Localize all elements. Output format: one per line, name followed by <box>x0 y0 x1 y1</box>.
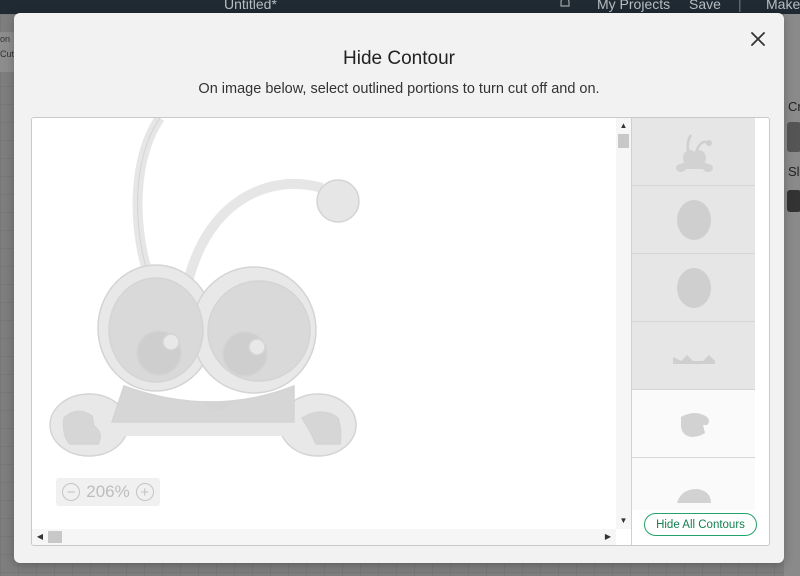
zoom-in-button[interactable]: + <box>135 483 154 501</box>
hide-all-contours-button[interactable]: Hide All Contours <box>644 513 757 536</box>
contour-tile-whole-character[interactable] <box>632 118 755 186</box>
document-title: Untitled* <box>224 0 277 12</box>
scroll-up-icon[interactable]: ▲ <box>616 120 631 132</box>
hand-contour-icon <box>680 412 709 437</box>
eye-contour-icon <box>676 199 711 240</box>
close-button[interactable] <box>748 29 768 49</box>
left-toolbar: on Cut <box>0 32 14 72</box>
scrollbar-thumb[interactable] <box>618 134 629 148</box>
close-icon <box>751 32 765 46</box>
contour-tile-left-eye[interactable] <box>632 186 755 254</box>
layer-thumbnail[interactable] <box>787 122 800 152</box>
hide-contour-dialog: Hide Contour On image below, select outl… <box>14 13 784 563</box>
my-projects-link[interactable]: My Projects <box>597 0 670 12</box>
scroll-down-icon[interactable]: ▼ <box>616 515 631 527</box>
hand-contour-icon <box>676 488 711 503</box>
contour-tile-right-hand[interactable] <box>632 390 755 458</box>
contour-tile-mouth[interactable] <box>632 322 755 390</box>
zoom-control: − 206% + <box>56 478 160 506</box>
left-toolbar-item[interactable]: Cut <box>0 47 14 62</box>
save-link[interactable]: Save <box>689 0 721 12</box>
layers-panel: Cr Sli <box>784 14 800 576</box>
dialog-instructions: On image below, select outlined portions… <box>198 81 600 97</box>
contour-tile-left-hand[interactable] <box>632 458 755 510</box>
canvas-horizontal-scrollbar[interactable]: ◀ ▶ <box>32 529 616 545</box>
nav-divider: | <box>738 0 742 12</box>
scroll-left-icon[interactable]: ◀ <box>34 529 46 545</box>
contour-list-panel: ▲ ▼ <box>632 118 769 510</box>
character-contour-image[interactable] <box>32 118 616 529</box>
dialog-title: Hide Contour <box>343 48 455 69</box>
eye-contour-icon <box>676 267 711 308</box>
bell-icon[interactable] <box>558 0 572 13</box>
zoom-level: 206% <box>86 482 130 501</box>
scrollbar-thumb[interactable] <box>48 531 62 543</box>
contour-tile-right-eye[interactable] <box>632 254 755 322</box>
contour-workspace: − 206% + ▲ ▼ ◀ ▶ Hide All Contours <box>31 117 770 546</box>
contour-preview-canvas[interactable]: − 206% + <box>32 118 616 529</box>
make-button[interactable]: Make <box>766 0 800 12</box>
layer-thumbnail[interactable] <box>787 190 800 212</box>
scroll-right-icon[interactable]: ▶ <box>602 529 614 545</box>
layers-panel-label: Sli <box>788 164 800 179</box>
character-contour-icon <box>675 133 713 172</box>
canvas-vertical-scrollbar[interactable]: ▲ ▼ <box>616 118 631 529</box>
zoom-out-button[interactable]: − <box>62 483 81 501</box>
plus-icon: + <box>140 483 150 501</box>
left-toolbar-item[interactable]: on <box>0 32 14 47</box>
mouth-contour-icon <box>672 354 715 364</box>
layers-panel-label: Cr <box>788 99 800 114</box>
minus-icon: − <box>66 483 76 501</box>
app-top-bar: Untitled* My Projects Save | Make <box>0 0 800 14</box>
